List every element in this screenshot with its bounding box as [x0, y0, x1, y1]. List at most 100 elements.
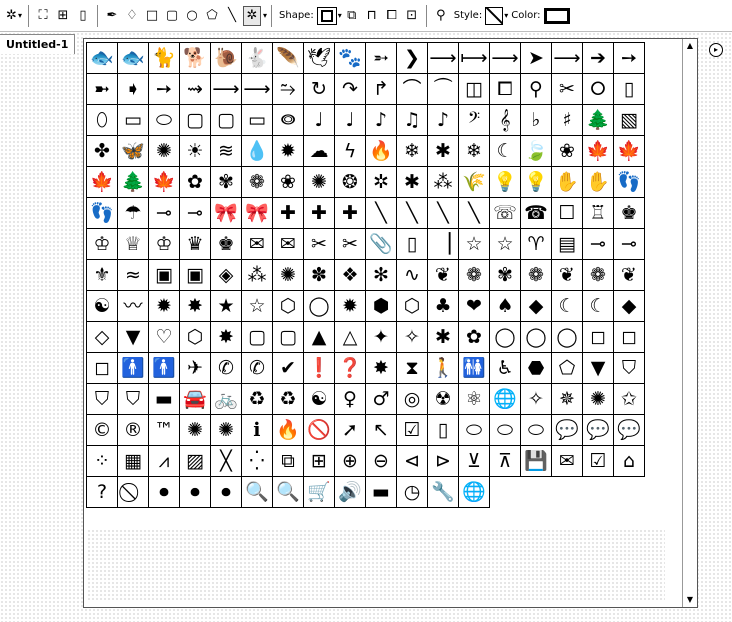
- shape-cell[interactable]: ⏺: [179, 476, 211, 508]
- shape-cell[interactable]: 🌲: [582, 104, 614, 136]
- shape-cell[interactable]: ⚜: [86, 259, 118, 291]
- shape-cell[interactable]: ✸: [179, 290, 211, 322]
- shape-cell[interactable]: ▦: [117, 445, 149, 477]
- shape-cell[interactable]: ➙: [148, 73, 180, 105]
- shape-cell[interactable]: ➙: [613, 42, 645, 74]
- shape-cell[interactable]: ⊸: [582, 228, 614, 260]
- shape-cell[interactable]: 🐈: [148, 42, 180, 74]
- shape-cell[interactable]: ➚: [334, 414, 366, 446]
- shape-cell[interactable]: ☢: [427, 383, 459, 415]
- shape-cell[interactable]: ✂: [551, 73, 583, 105]
- shape-cell[interactable]: ◻: [86, 352, 118, 384]
- rounded-rect-tool-icon[interactable]: ▢: [163, 6, 181, 26]
- shape-cell[interactable]: ➔: [582, 42, 614, 74]
- shape-cell[interactable]: 🚹: [148, 352, 180, 384]
- shape-cell[interactable]: ✺: [148, 135, 180, 167]
- shape-cell[interactable]: ⁂: [427, 166, 459, 198]
- shape-cell[interactable]: ✆: [210, 352, 242, 384]
- chevron-down-icon[interactable]: ▾: [263, 11, 267, 20]
- shape-cell[interactable]: ⊸: [179, 197, 211, 229]
- shape-cell[interactable]: 🛒: [303, 476, 335, 508]
- shape-cell[interactable]: ♪: [365, 104, 397, 136]
- shape-cell[interactable]: 💡: [489, 166, 521, 198]
- shape-cell[interactable]: ➼: [86, 73, 118, 105]
- shape-cell[interactable]: 🍃: [520, 135, 552, 167]
- shape-cell[interactable]: ✋: [551, 166, 583, 198]
- shape-cell[interactable]: ❁: [241, 166, 273, 198]
- shape-cell[interactable]: ♪: [427, 104, 459, 136]
- shape-cell[interactable]: 𝄢: [458, 104, 490, 136]
- shape-cell[interactable]: ⇝: [179, 73, 211, 105]
- shape-cell[interactable]: ❖: [334, 259, 366, 291]
- shape-cell[interactable]: ❦: [427, 259, 459, 291]
- shape-cell[interactable]: ♛: [179, 228, 211, 260]
- shape-cell[interactable]: 🔥: [365, 135, 397, 167]
- shape-cell[interactable]: 🔍: [272, 476, 304, 508]
- shape-cell[interactable]: ◇: [86, 321, 118, 353]
- shape-cell[interactable]: 🔧: [427, 476, 459, 508]
- shape-cell[interactable]: ⬭: [148, 104, 180, 136]
- shape-cell[interactable]: ◻: [613, 321, 645, 353]
- shape-cell[interactable]: 🐇: [241, 42, 273, 74]
- shape-cell[interactable]: ↷: [334, 73, 366, 105]
- shape-cell[interactable]: 🌾: [458, 166, 490, 198]
- shape-cell[interactable]: ≈: [117, 259, 149, 291]
- shape-cell[interactable]: 🕊: [303, 42, 335, 74]
- shape-cell[interactable]: ✾: [489, 259, 521, 291]
- shape-cell[interactable]: ✺: [179, 414, 211, 446]
- shape-cell[interactable]: ▢: [241, 321, 273, 353]
- shape-cell[interactable]: ♈: [520, 228, 552, 260]
- shape-cell[interactable]: ↖: [365, 414, 397, 446]
- shape-cell[interactable]: ☎: [520, 197, 552, 229]
- shape-cell[interactable]: ♯: [551, 104, 583, 136]
- shape-cell[interactable]: ⊕: [334, 445, 366, 477]
- fit-width-icon[interactable]: ⊞: [54, 6, 72, 26]
- shape-cell[interactable]: ▧: [613, 104, 645, 136]
- shape-cell[interactable]: ⩘: [148, 445, 180, 477]
- shape-cell[interactable]: ♕: [117, 228, 149, 260]
- shape-cell[interactable]: ◯: [520, 321, 552, 353]
- shape-cell[interactable]: ◷: [396, 476, 428, 508]
- shape-cell[interactable]: 🐟: [117, 42, 149, 74]
- shape-cell[interactable]: ♔: [148, 228, 180, 260]
- shape-cell[interactable]: ♡: [148, 321, 180, 353]
- shape-cell[interactable]: ❄: [458, 135, 490, 167]
- shape-cell[interactable]: 👣: [613, 166, 645, 198]
- shape-cell[interactable]: ☂: [117, 197, 149, 229]
- shape-cell[interactable]: ✦: [365, 321, 397, 353]
- shape-cell[interactable]: ✉: [551, 445, 583, 477]
- shape-cell[interactable]: ☑: [396, 414, 428, 446]
- shape-cell[interactable]: ♖: [582, 197, 614, 229]
- shape-cell[interactable]: ❗: [303, 352, 335, 384]
- shape-cell[interactable]: ✲: [365, 166, 397, 198]
- shape-cell[interactable]: ✺: [272, 259, 304, 291]
- shape-cell[interactable]: ╲: [396, 197, 428, 229]
- shape-cell[interactable]: ❁: [582, 259, 614, 291]
- shape-cell[interactable]: ▯: [613, 73, 645, 105]
- shape-cell[interactable]: ⧗: [396, 352, 428, 384]
- shape-cell[interactable]: ☑: [582, 445, 614, 477]
- shape-cell[interactable]: 🎀: [210, 197, 242, 229]
- shape-cell[interactable]: ≋: [210, 135, 242, 167]
- shape-cell[interactable]: 🌐: [458, 476, 490, 508]
- shape-cell[interactable]: ✸: [210, 321, 242, 353]
- shape-cell[interactable]: ▣: [148, 259, 180, 291]
- shape-cell[interactable]: ⬭: [458, 414, 490, 446]
- shape-cell[interactable]: 🚻: [458, 352, 490, 384]
- shape-cell[interactable]: 🔥: [272, 414, 304, 446]
- shape-cell[interactable]: ⊳: [427, 445, 459, 477]
- shape-cell[interactable]: 📎: [365, 228, 397, 260]
- shape-cell[interactable]: ♚: [613, 197, 645, 229]
- shape-cell[interactable]: ♩: [303, 104, 335, 136]
- shape-cell[interactable]: ◻: [582, 321, 614, 353]
- shape-cell[interactable]: ◯: [489, 321, 521, 353]
- shape-cell[interactable]: ◎: [396, 383, 428, 415]
- shape-cell[interactable]: ✺: [303, 166, 335, 198]
- line-tool-icon[interactable]: ╲: [223, 6, 241, 26]
- shape-cell[interactable]: ⬯: [86, 104, 118, 136]
- shape-cell[interactable]: ▢: [210, 104, 242, 136]
- shape-cell[interactable]: ⌒: [396, 73, 428, 105]
- shape-cell[interactable]: ╲: [365, 197, 397, 229]
- polygon-tool-icon[interactable]: ⬠: [203, 6, 221, 26]
- shape-cell[interactable]: ♻: [241, 383, 273, 415]
